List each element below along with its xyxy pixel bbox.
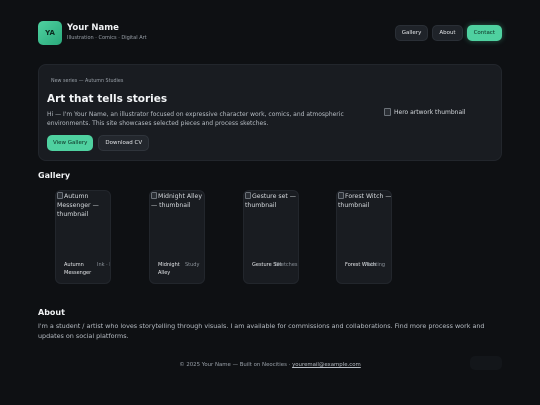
- site-subtitle: Illustration · Comics · Digital Art: [67, 35, 147, 41]
- site-header: YA Your Name Illustration · Comics · Dig…: [38, 21, 502, 45]
- card-thumbnail-alt: Autumn Messenger — thumbnail: [57, 193, 99, 218]
- card-thumbnail: Forest Witch — thumbnail: [338, 192, 392, 210]
- card-tag: Painting: [365, 262, 386, 268]
- card-thumbnail: Gesture set — thumbnail: [245, 192, 298, 210]
- site-footer: © 2025 Your Name — Built on Neocities · …: [0, 362, 540, 368]
- gallery-card[interactable]: Autumn Messenger — thumbnail Autumn Mess…: [55, 190, 111, 284]
- hero-actions: View Gallery Download CV: [47, 135, 150, 151]
- gallery-heading: Gallery: [38, 171, 71, 180]
- card-thumbnail-alt: Midnight Alley — thumbnail: [151, 193, 203, 209]
- about-heading: About: [38, 308, 65, 317]
- nav-gallery-button[interactable]: Gallery: [394, 25, 429, 41]
- card-thumbnail: Autumn Messenger — thumbnail: [57, 192, 110, 219]
- hero-title: Art that tells stories: [47, 93, 168, 105]
- top-nav: Gallery About Contact: [394, 25, 502, 41]
- nav-about-button[interactable]: About: [432, 25, 463, 41]
- card-title: Autumn Messenger: [64, 262, 92, 276]
- view-gallery-button[interactable]: View Gallery: [47, 135, 94, 151]
- hero-image: Hero artwork thumbnail: [384, 108, 465, 116]
- hero-description: Hi — I'm Your Name, an illustrator focus…: [47, 111, 344, 127]
- card-tag: Sketches: [275, 262, 298, 268]
- footer-email-link[interactable]: youremail@example.com: [292, 362, 361, 368]
- card-thumbnail: Midnight Alley — thumbnail: [151, 192, 204, 210]
- broken-image-icon: [151, 192, 157, 199]
- back-to-top-button[interactable]: [470, 356, 502, 370]
- gallery-card[interactable]: Gesture set — thumbnail Gesture Set Sket…: [243, 190, 299, 284]
- card-thumbnail-alt: Gesture set — thumbnail: [245, 193, 296, 209]
- nav-contact-button[interactable]: Contact: [466, 25, 502, 41]
- site-name: Your Name: [67, 23, 119, 33]
- broken-image-icon: [384, 108, 391, 116]
- card-tag: Study: [185, 262, 200, 268]
- card-tag: Ink · Digital: [97, 262, 110, 268]
- gallery-card[interactable]: Forest Witch — thumbnail Forest Witch Pa…: [336, 190, 392, 284]
- hero-image-alt: Hero artwork thumbnail: [394, 108, 466, 116]
- download-cv-button[interactable]: Download CV: [98, 135, 150, 151]
- broken-image-icon: [245, 192, 251, 199]
- logo-avatar: YA: [38, 21, 62, 45]
- footer-text: © 2025 Your Name — Built on Neocities ·: [179, 362, 291, 368]
- hero-panel: New series — Autumn Studies Art that tel…: [38, 64, 502, 161]
- gallery-card[interactable]: Midnight Alley — thumbnail Midnight Alle…: [149, 190, 205, 284]
- broken-image-icon: [57, 192, 63, 199]
- card-thumbnail-alt: Forest Witch — thumbnail: [338, 193, 392, 209]
- about-text: I'm a student / artist who loves storyte…: [38, 322, 485, 340]
- hero-kicker: New series — Autumn Studies: [51, 79, 124, 84]
- broken-image-icon: [338, 192, 344, 199]
